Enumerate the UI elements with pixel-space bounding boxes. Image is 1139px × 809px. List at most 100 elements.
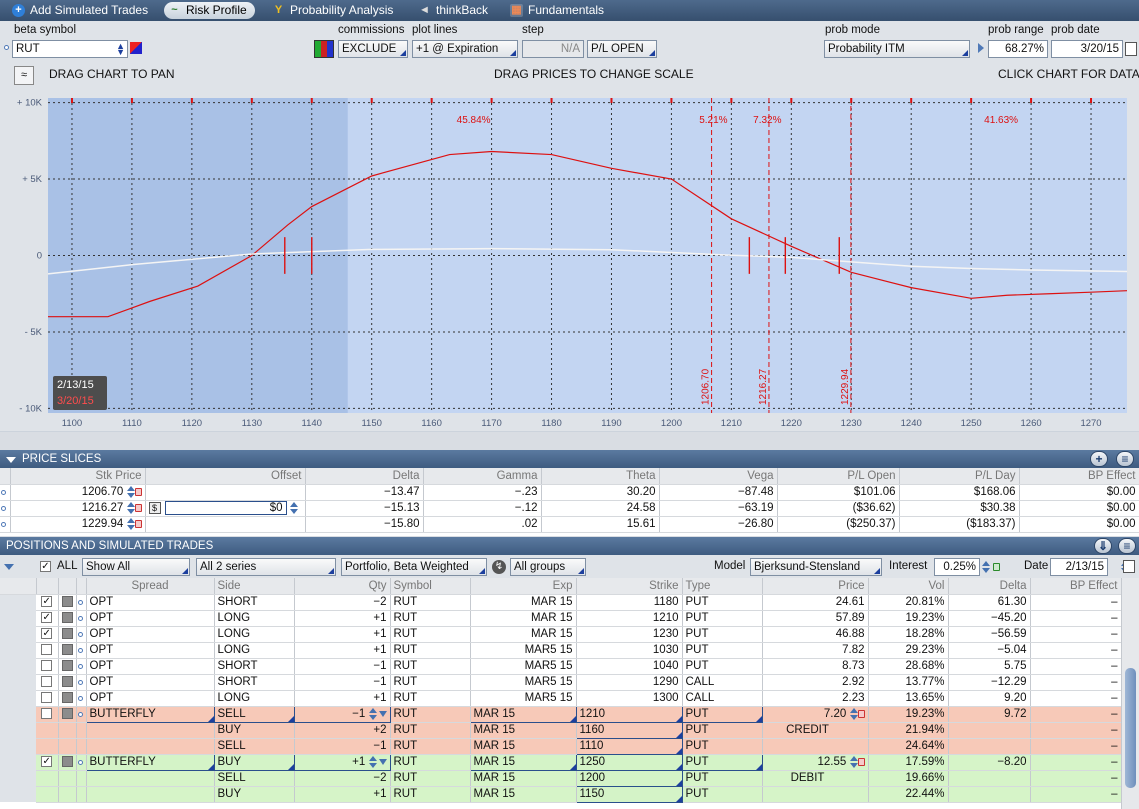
price-value[interactable]: 7.20 [824,708,846,720]
include-checkbox[interactable]: ✓ [41,756,53,768]
series-filter-dropdown[interactable]: All 2 series [196,558,336,576]
include-checkbox[interactable] [41,708,53,720]
interest-field[interactable]: 0.25% [934,558,980,576]
col-pl-open[interactable]: P/L Open [777,468,900,485]
strike-field[interactable]: 1160 [580,724,605,736]
pl-mode-dropdown[interactable]: P/L OPEN [587,40,657,58]
position-row[interactable]: SELL −2 RUT MAR 15 1200 PUT DEBIT 19.66%… [0,769,1122,787]
exp-field[interactable]: MAR 15 [474,708,516,720]
slice-price[interactable]: 1206.70 [82,486,124,498]
scrollbar-thumb[interactable] [1125,668,1136,788]
strike-field[interactable]: 1200 [580,772,606,784]
positions-scrollbar[interactable] [1121,578,1139,809]
groups-dropdown[interactable]: All groups [510,558,586,576]
slice-row[interactable]: 1229.94 −15.80 .02 15.61 −26.80 ($250.37… [0,516,1139,533]
strike-field[interactable]: 1250 [580,756,606,768]
include-checkbox[interactable]: ✓ [41,628,53,640]
expand-arrow-icon[interactable] [4,564,14,570]
tab-add-simulated-trades[interactable]: + Add Simulated Trades [8,2,156,19]
date-calendar-icon[interactable] [1123,560,1135,573]
group-square-icon[interactable] [61,708,73,720]
type-field[interactable]: PUT [686,756,709,768]
position-row[interactable]: ✓ OPT LONG +1 RUT MAR 15 1230 PUT 46.88 … [0,626,1122,643]
group-square-icon[interactable] [61,692,73,704]
price-spinner[interactable] [126,485,135,498]
lock-icon[interactable] [134,519,142,528]
include-checkbox[interactable]: ✓ [41,596,53,608]
group-square-icon[interactable] [61,612,73,624]
show-filter-dropdown[interactable]: Show All [82,558,190,576]
date-field[interactable]: 2/13/15 [1050,558,1108,576]
row-bullet[interactable] [77,600,83,605]
risk-profile-svg[interactable]: 1100 1110 1120 1130 1140 1150 1160 1170 1180 1190… [0,91,1139,434]
strike-field[interactable]: 1150 [580,788,605,800]
col-gamma[interactable]: Gamma [423,468,542,485]
type-field[interactable]: PUT [686,708,709,720]
lock-icon[interactable] [134,487,142,496]
prob-date-field[interactable]: 3/20/15 [1051,40,1123,58]
col-vega[interactable]: Vega [659,468,778,485]
interest-spinner[interactable] [982,561,990,574]
dollar-icon[interactable]: $ [148,502,161,514]
col-delta[interactable]: Delta [305,468,424,485]
chart-style-icon[interactable]: ≈ [14,66,34,85]
qty-dropdown-icon[interactable] [378,758,387,765]
spinner-icon[interactable]: ▲ ▼ [116,42,125,57]
position-row[interactable]: ✓ OPT SHORT −2 RUT MAR 15 1180 PUT 24.61… [0,594,1122,611]
menu-icon[interactable]: ≡ [1116,451,1134,467]
include-checkbox[interactable] [41,644,53,656]
offset-spinner[interactable] [289,501,298,514]
tab-risk-profile[interactable]: ~ Risk Profile [164,2,255,19]
position-row[interactable]: BUY +1 RUT MAR 15 1150 PUT 22.44% – [0,785,1122,803]
group-square-icon[interactable] [61,644,73,656]
tab-probability-analysis[interactable]: Y Probability Analysis [268,2,401,19]
select-all-checkbox[interactable]: ✓ [40,561,51,572]
include-checkbox[interactable] [41,692,53,704]
include-checkbox[interactable]: ✓ [41,612,53,624]
col-type[interactable]: Type [682,578,763,595]
color-picker-icon[interactable] [130,42,142,54]
price-spinner[interactable] [126,517,135,530]
qty-field[interactable]: +1 [352,756,365,768]
commissions-dropdown[interactable]: EXCLUDE [338,40,408,58]
row-bullet[interactable] [77,712,83,717]
col-theta[interactable]: Theta [541,468,660,485]
col-exp[interactable]: Exp [470,578,577,595]
row-bullet[interactable] [77,760,83,765]
price-spinner[interactable] [849,707,858,720]
position-row[interactable]: OPT SHORT −1 RUT MAR5 15 1040 PUT 8.73 2… [0,658,1122,675]
group-square-icon[interactable] [61,596,73,608]
row-bullet[interactable] [77,632,83,637]
qty-spinner[interactable] [368,755,377,768]
risk-profile-chart[interactable]: 1100 1110 1120 1130 1140 1150 1160 1170 1180 1190… [0,91,1139,434]
col-pos-bp-effect[interactable]: BP Effect [1030,578,1122,595]
col-spread[interactable]: Spread [86,578,215,595]
spread-field[interactable]: BUTTERFLY [90,708,156,720]
position-row[interactable]: OPT SHORT −1 RUT MAR5 15 1290 CALL 2.92 … [0,674,1122,691]
plot-lines-dropdown[interactable]: +1 @ Expiration [412,40,518,58]
slice-row[interactable]: 1216.27 $ $0 −15.13 −.12 24.58 −63.19 ($3… [0,500,1139,517]
positions-header[interactable]: POSITIONS AND SIMULATED TRADES ⇓ ≡ [0,537,1139,555]
price-spinner[interactable] [126,501,135,514]
position-row[interactable]: ✓ OPT LONG +1 RUT MAR 15 1210 PUT 57.89 … [0,610,1122,627]
lightning-icon[interactable]: ↯ [492,560,506,574]
slice-bullet[interactable] [1,490,6,495]
spread-field[interactable]: BUTTERFLY [90,756,156,768]
grid-icon[interactable] [314,40,334,58]
col-price[interactable]: Price [762,578,869,595]
play-icon[interactable] [978,43,984,53]
add-slice-icon[interactable]: + [1090,451,1108,467]
group-square-icon[interactable] [61,676,73,688]
qty-spinner[interactable] [368,707,377,720]
lock-icon[interactable] [857,709,865,718]
position-row[interactable]: OPT LONG +1 RUT MAR5 15 1300 CALL 2.23 1… [0,690,1122,707]
slice-price[interactable]: 1229.94 [82,518,124,530]
side-field[interactable]: SELL [218,708,246,720]
position-row[interactable]: OPT LONG +1 RUT MAR5 15 1030 PUT 7.82 29… [0,642,1122,659]
lock-icon[interactable] [993,563,1000,571]
col-side[interactable]: Side [214,578,295,595]
row-bullet[interactable] [77,696,83,701]
position-row[interactable]: ✓ BUTTERFLY BUY +1 RUT MAR 15 1250 PUT 1… [0,753,1122,771]
col-vol[interactable]: Vol [868,578,949,595]
price-slices-header[interactable]: PRICE SLICES + ≡ [0,450,1139,468]
